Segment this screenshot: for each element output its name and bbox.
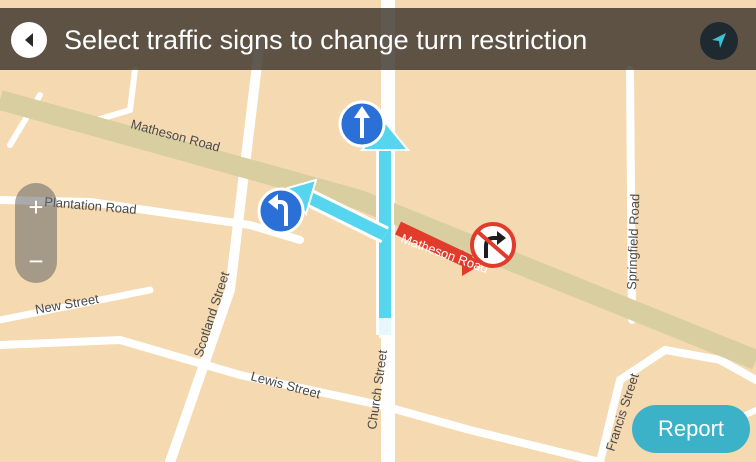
turn-sign-straight[interactable] [338,100,386,148]
compass-arrow-icon [712,33,726,48]
route-arrows [286,120,411,338]
turn-sign-left-bg [257,187,305,235]
turn-sign-left[interactable] [257,187,305,235]
label-lewis-street: Lewis Street [249,368,322,401]
zoom-control: + − [15,183,57,283]
route-origin [379,318,391,338]
report-button[interactable]: Report [632,405,750,453]
label-springfield-road: Springfield Road [624,194,642,291]
compass-button[interactable] [700,22,738,60]
map-screen: Matheson Road Matheson Road Plantation R… [0,0,756,462]
arrow-left-icon [25,33,33,47]
lewis-street-road [0,335,604,462]
back-button[interactable] [11,22,47,58]
label-plantation-road: Plantation Road [44,194,137,217]
zoom-out-button[interactable]: − [15,239,57,283]
label-new-street: New Street [34,291,100,317]
turn-sign-no-right-turn[interactable] [470,222,516,268]
page-title: Select traffic signs to change turn rest… [64,25,588,55]
header-bar: Select traffic signs to change turn rest… [0,8,756,70]
zoom-in-button[interactable]: + [15,185,57,229]
scotland-street-road [165,35,265,462]
